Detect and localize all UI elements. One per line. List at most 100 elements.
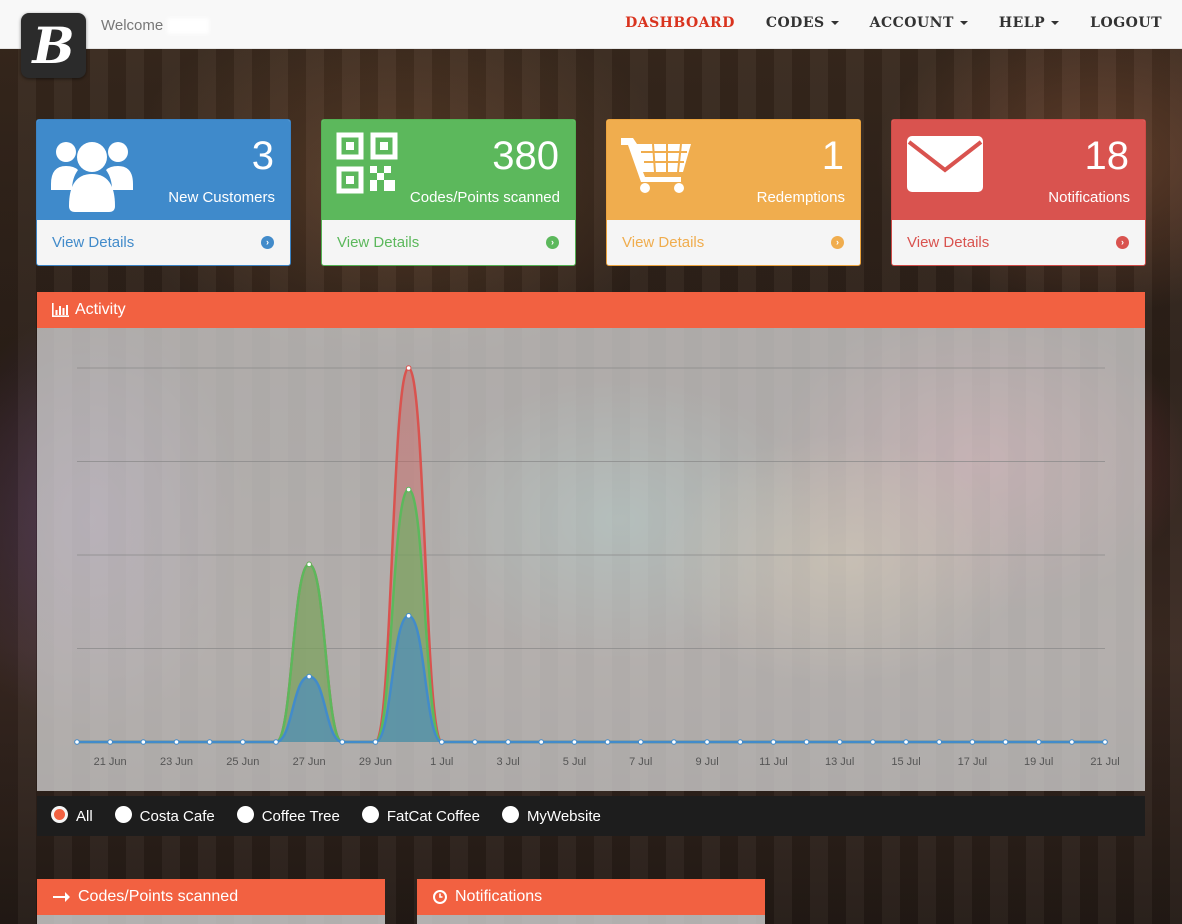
activity-chart: 21 Jun 23 Jun 25 Jun 27 Jun 29 Jun 1 Jul 3 Jul… bbox=[74, 365, 1120, 768]
bar-chart-icon bbox=[52, 303, 69, 317]
activity-panel: Activity 21 Jun 23 Jun 25 Jun 27 Jun 29 Jun 1… bbox=[37, 292, 1145, 837]
radio[interactable] bbox=[236, 806, 254, 823]
caret-down-icon bbox=[1051, 21, 1060, 25]
x-tick-label: 15 Jul bbox=[891, 756, 920, 768]
panel-body bbox=[37, 915, 385, 924]
view-details-link[interactable]: View Details › bbox=[892, 220, 1145, 265]
series-line bbox=[76, 488, 1105, 744]
x-tick-label: 23 Jun bbox=[160, 756, 193, 768]
view-details-link[interactable]: View Details › bbox=[607, 220, 860, 265]
filter-mywebsite[interactable]: MyWebsite bbox=[501, 806, 601, 825]
stat-label: Redemptions bbox=[756, 189, 845, 206]
data-point bbox=[571, 739, 578, 745]
view-details-link[interactable]: View Details › bbox=[37, 220, 290, 265]
data-point bbox=[604, 739, 611, 745]
data-point bbox=[969, 739, 976, 745]
x-tick-label: 19 Jul bbox=[1024, 756, 1053, 768]
nav-logout-label: LOGOUT bbox=[1090, 15, 1162, 31]
data-point bbox=[472, 739, 478, 745]
activity-heading: Activity bbox=[37, 292, 1145, 328]
data-point bbox=[405, 365, 412, 371]
users-icon bbox=[51, 142, 133, 212]
welcome-text: Welcome bbox=[101, 17, 210, 35]
data-point bbox=[372, 739, 379, 745]
data-point bbox=[1002, 739, 1009, 745]
view-details-label: View Details bbox=[907, 234, 990, 251]
x-tick-label: 21 Jun bbox=[94, 756, 127, 768]
radio[interactable] bbox=[114, 806, 132, 823]
filter-costa-cafe[interactable]: Costa Cafe bbox=[114, 806, 215, 825]
data-point bbox=[1069, 739, 1075, 745]
filter-all[interactable]: All bbox=[51, 806, 93, 825]
data-point bbox=[1102, 739, 1108, 745]
qrcode-icon bbox=[336, 132, 398, 194]
cart-icon bbox=[621, 138, 691, 193]
data-point bbox=[704, 739, 710, 745]
panel-title: Notifications bbox=[455, 888, 543, 905]
data-point bbox=[505, 739, 511, 745]
arrow-circle-right-icon: › bbox=[546, 236, 559, 249]
x-tick-label: 9 Jul bbox=[695, 756, 718, 768]
radio[interactable] bbox=[501, 806, 519, 823]
stat-panel-heading: 3 New Customers bbox=[37, 120, 290, 220]
nav-account-label: ACCOUNT bbox=[869, 15, 954, 31]
data-point bbox=[306, 561, 312, 568]
stat-value: 18 bbox=[1084, 134, 1130, 178]
nav-help-label: HELP bbox=[998, 15, 1046, 31]
stat-panel-heading: 1 Redemptions bbox=[607, 120, 860, 220]
x-tick-label: 25 Jun bbox=[226, 756, 259, 768]
nav-codes[interactable]: CODES bbox=[766, 15, 839, 31]
nav-account[interactable]: ACCOUNT bbox=[870, 15, 968, 31]
notifications-panel: Notifications bbox=[417, 879, 765, 924]
stat-label: Notifications bbox=[1048, 189, 1130, 206]
radio-selected[interactable] bbox=[51, 806, 68, 823]
series-area bbox=[77, 615, 1105, 742]
x-tick-label: 21 Jul bbox=[1090, 756, 1119, 768]
data-point bbox=[405, 486, 412, 493]
arrow-right-icon bbox=[53, 892, 70, 902]
x-tick-label: 3 Jul bbox=[496, 756, 519, 768]
stat-label: Codes/Points scanned bbox=[409, 189, 560, 206]
stat-panel-heading: 380 Codes/Points scanned bbox=[322, 120, 575, 220]
stat-panel-heading: 18 Notifications bbox=[892, 120, 1145, 220]
data-point bbox=[438, 739, 445, 745]
data-point bbox=[836, 739, 843, 745]
filter-label: All bbox=[76, 807, 93, 825]
nav-help[interactable]: HELP bbox=[998, 15, 1060, 31]
series-area bbox=[77, 489, 1105, 742]
store-filter-bar: All Costa Cafe Coffee Tree FatCat Coffee… bbox=[37, 796, 1145, 836]
data-point bbox=[538, 739, 545, 745]
stat-value: 380 bbox=[492, 134, 559, 178]
data-point bbox=[107, 739, 113, 745]
brand-logo[interactable]: B bbox=[21, 13, 86, 78]
nav-logout[interactable]: LOGOUT bbox=[1090, 15, 1162, 31]
data-point bbox=[306, 673, 312, 680]
x-tick-label: 1 Jul bbox=[430, 756, 453, 768]
username-redacted bbox=[167, 18, 210, 35]
navbar: Welcome DASHBOARD CODES ACCOUNT HELP LOG… bbox=[0, 0, 1182, 49]
stat-value: 3 bbox=[251, 134, 274, 178]
x-tick-label: 11 Jul bbox=[759, 756, 788, 768]
data-point bbox=[173, 739, 180, 745]
data-point bbox=[140, 739, 147, 745]
nav-dashboard[interactable]: DASHBOARD bbox=[625, 15, 735, 31]
data-point bbox=[339, 739, 346, 745]
x-tick-label: 17 Jul bbox=[958, 756, 987, 768]
stat-label: New Customers bbox=[168, 189, 275, 206]
caret-down-icon bbox=[959, 21, 968, 25]
arrow-circle-right-icon: › bbox=[1116, 236, 1129, 249]
radio[interactable] bbox=[361, 806, 379, 823]
data-point bbox=[737, 739, 744, 745]
data-point bbox=[637, 739, 644, 745]
data-point bbox=[74, 739, 80, 745]
x-tick-label: 13 Jul bbox=[825, 756, 854, 768]
view-details-link[interactable]: View Details › bbox=[322, 220, 575, 265]
data-point bbox=[770, 739, 777, 745]
panel-title: Codes/Points scanned bbox=[78, 888, 239, 905]
view-details-label: View Details bbox=[52, 234, 135, 251]
data-point bbox=[273, 739, 279, 745]
filter-fatcat-coffee[interactable]: FatCat Coffee bbox=[361, 806, 480, 825]
filter-coffee-tree[interactable]: Coffee Tree bbox=[236, 806, 340, 825]
filter-label: Costa Cafe bbox=[139, 807, 215, 825]
data-point bbox=[936, 739, 942, 745]
